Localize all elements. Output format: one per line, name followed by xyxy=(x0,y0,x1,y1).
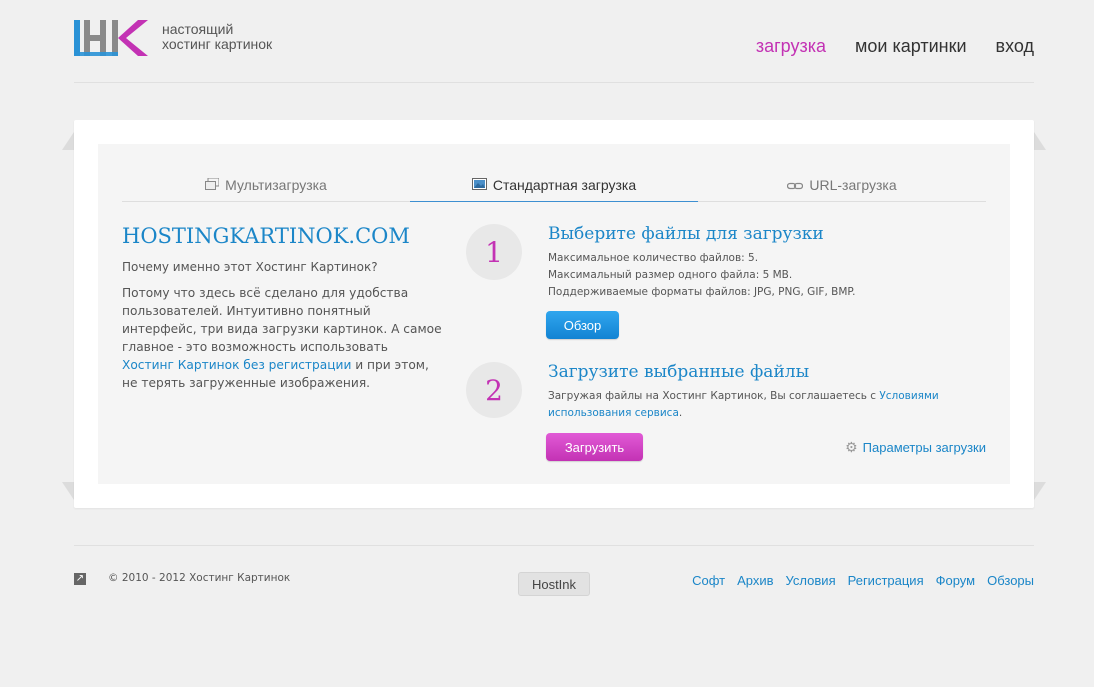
image-icon xyxy=(471,177,487,193)
logo-tagline: настоящий хостинг картинок xyxy=(162,22,272,52)
upload-card: Мультизагрузка Стандартная загрузка URL-… xyxy=(62,120,1046,508)
copyright-text: © 2010 - 2012 Хостинг Картинок xyxy=(108,572,291,584)
footer-link-registration[interactable]: Регистрация xyxy=(848,573,924,588)
footer-link-archive[interactable]: Архив xyxy=(737,573,773,588)
main-nav: загрузка мои картинки вход xyxy=(756,36,1034,57)
step-1-number: 1 xyxy=(466,224,522,280)
card-fold-decoration xyxy=(1034,132,1046,150)
intro-question: Почему именно этот Хостинг Картинок? xyxy=(122,260,378,274)
external-arrow-icon[interactable]: ↗ xyxy=(74,573,86,585)
link-icon xyxy=(787,177,804,193)
multi-upload-icon xyxy=(205,177,220,193)
step-2-title: Загрузите выбранные файлы xyxy=(548,362,810,382)
tab-standard-upload[interactable]: Стандартная загрузка xyxy=(410,168,698,202)
card-fold-decoration xyxy=(62,132,74,150)
nav-upload-link[interactable]: загрузка xyxy=(756,36,826,57)
step-2-number: 2 xyxy=(466,362,522,418)
step-2-info: Загружая файлы на Хостинг Картинок, Вы с… xyxy=(548,388,988,422)
tab-multi-upload[interactable]: Мультизагрузка xyxy=(122,168,410,202)
step-1-title: Выберите файлы для загрузки xyxy=(548,224,824,244)
card-fold-decoration xyxy=(62,482,74,500)
gear-icon: ⚙ xyxy=(845,439,858,455)
tab-standard-upload-label: Стандартная загрузка xyxy=(492,176,637,193)
site-logo[interactable]: настоящий хостинг картинок xyxy=(74,18,272,58)
step-1-info: Максимальное количество файлов: 5. Макси… xyxy=(548,250,855,301)
logo-text-line1: настоящий xyxy=(162,21,234,37)
upload-params-link[interactable]: ⚙ Параметры загрузки xyxy=(845,439,986,456)
header: настоящий хостинг картинок загрузка мои … xyxy=(0,0,1094,84)
footer-link-reviews[interactable]: Обзоры xyxy=(987,573,1034,588)
upload-button[interactable]: Загрузить xyxy=(546,433,643,461)
upload-params-label: Параметры загрузки xyxy=(862,440,986,455)
hostink-badge[interactable]: HostInk xyxy=(518,572,590,596)
card-fold-decoration xyxy=(1034,482,1046,500)
formats-text: Поддерживаемые форматы файлов: JPG, PNG,… xyxy=(548,286,856,298)
intro-desc-part1: Потому что здесь всё сделано для удобств… xyxy=(122,286,442,354)
max-files-text: Максимальное количество файлов: 5. xyxy=(548,252,759,264)
site-title: HOSTINGKARTINOK.COM xyxy=(122,224,410,248)
upload-tabs: Мультизагрузка Стандартная загрузка URL-… xyxy=(122,168,986,202)
no-registration-link[interactable]: Хостинг Картинок без регистрации xyxy=(122,358,351,372)
terms-text-part1: Загружая файлы на Хостинг Картинок, Вы с… xyxy=(548,390,880,402)
footer-link-soft[interactable]: Софт xyxy=(692,573,725,588)
footer-divider xyxy=(74,545,1034,546)
tab-url-upload[interactable]: URL-загрузка xyxy=(698,168,986,202)
terms-text-part2: . xyxy=(678,407,683,419)
footer-link-terms[interactable]: Условия xyxy=(786,573,836,588)
nav-my-images-link[interactable]: мои картинки xyxy=(855,36,967,57)
header-divider xyxy=(74,82,1034,83)
footer-links: Софт Архив Условия Регистрация Форум Обз… xyxy=(692,573,1034,588)
browse-button[interactable]: Обзор xyxy=(546,311,619,339)
logo-mark-icon xyxy=(74,20,148,56)
footer-link-forum[interactable]: Форум xyxy=(936,573,976,588)
intro-description: Потому что здесь всё сделано для удобств… xyxy=(122,284,442,392)
tab-multi-upload-label: Мультизагрузка xyxy=(225,177,327,193)
tab-url-upload-label: URL-загрузка xyxy=(809,177,897,193)
nav-login-link[interactable]: вход xyxy=(996,36,1034,57)
logo-text-line2: хостинг картинок xyxy=(162,36,273,52)
max-size-text: Максимальный размер одного файла: 5 MB. xyxy=(548,269,793,281)
upload-panel: Мультизагрузка Стандартная загрузка URL-… xyxy=(98,144,1010,484)
card-body: Мультизагрузка Стандартная загрузка URL-… xyxy=(74,120,1034,508)
